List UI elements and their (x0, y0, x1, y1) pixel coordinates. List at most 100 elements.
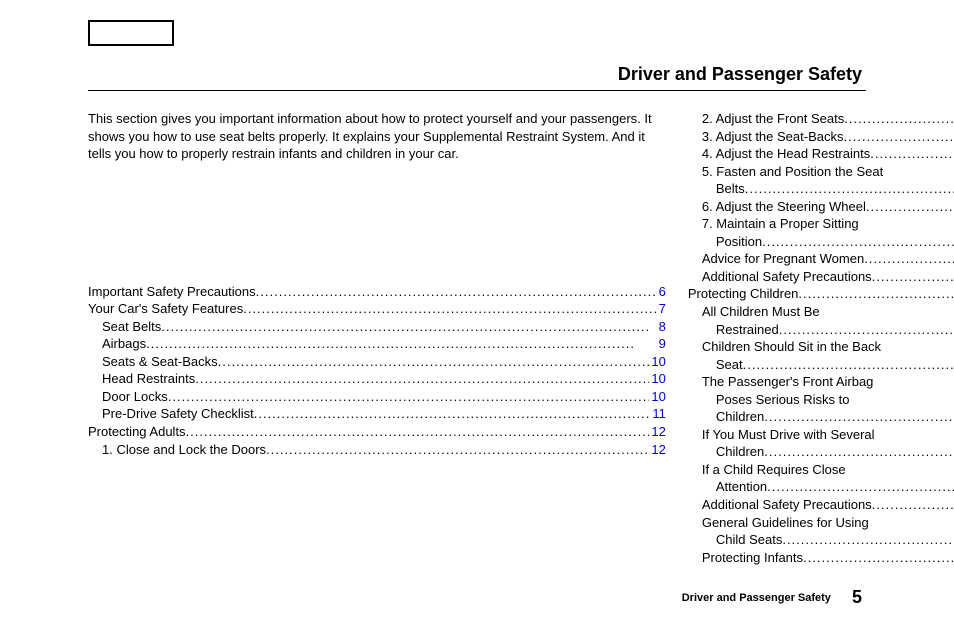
toc-entry[interactable]: Seat Belts 8 (88, 318, 666, 336)
toc-entry[interactable]: Head Restraints 10 (88, 370, 666, 388)
toc-entry[interactable]: Additional Safety Precautions23 (688, 496, 954, 514)
toc-entry[interactable]: Protecting Infants28 (688, 549, 954, 567)
toc-entry[interactable]: 2. Adjust the Front Seats12 (688, 110, 954, 128)
toc-entry-cont[interactable]: Children20 (688, 408, 954, 426)
toc-label: Seat (716, 356, 743, 374)
toc-page-number[interactable]: 10 (649, 353, 665, 371)
toc-page-number[interactable]: 6 (657, 283, 666, 301)
toc-leader-dots (218, 353, 650, 371)
toc-entry[interactable]: 4. Adjust the Head Restraints14 (688, 145, 954, 163)
toc-label: If You Must Drive with Several (702, 426, 875, 444)
toc-entry[interactable]: Additional Safety Precautions18 (688, 268, 954, 286)
toc-label: The Passenger's Front Airbag (702, 373, 874, 391)
toc-entry[interactable]: Children Should Sit in the Back (688, 338, 954, 356)
toc-page-number[interactable]: 8 (657, 318, 666, 336)
toc-entry[interactable]: 5. Fasten and Position the Seat (688, 163, 954, 181)
toc-entry-cont[interactable]: Seat20 (688, 356, 954, 374)
toc-leader-dots (161, 318, 656, 336)
toc-label: Child Seats (716, 531, 782, 549)
toc-entry[interactable]: 6. Adjust the Steering Wheel16 (688, 198, 954, 216)
toc-leader-dots (844, 110, 954, 128)
toc-entry-cont[interactable]: Attention23 (688, 478, 954, 496)
toc-page-number[interactable]: 11 (650, 405, 666, 423)
toc-entry-cont[interactable]: Children22 (688, 443, 954, 461)
toc-entry[interactable]: 3. Adjust the Seat-Backs13 (688, 128, 954, 146)
toc-entry[interactable]: Your Car's Safety Features 7 (88, 300, 666, 318)
toc-leader-dots (803, 549, 954, 567)
toc-label: 3. Adjust the Seat-Backs (702, 128, 844, 146)
section-title: Driver and Passenger Safety (618, 64, 862, 85)
toc-label: Protecting Adults (88, 423, 186, 441)
toc-leader-dots (866, 198, 954, 216)
toc-label: Additional Safety Precautions (702, 268, 872, 286)
toc-entry[interactable]: General Guidelines for Using (688, 514, 954, 532)
toc-label: Belts (716, 180, 745, 198)
toc-entry[interactable]: 7. Maintain a Proper Sitting (688, 215, 954, 233)
toc-entry[interactable]: If You Must Drive with Several (688, 426, 954, 444)
toc-entry[interactable]: Door Locks 10 (88, 388, 666, 406)
toc-entry[interactable]: Airbags 9 (88, 335, 666, 353)
toc-leader-dots (195, 370, 649, 388)
toc-entry[interactable]: Advice for Pregnant Women17 (688, 250, 954, 268)
toc-entry[interactable]: The Passenger's Front Airbag (688, 373, 954, 391)
toc-entry-cont[interactable]: Child Seats24 (688, 531, 954, 549)
column-1: This section gives you important informa… (88, 110, 666, 566)
toc-entry[interactable]: Seats & Seat-Backs10 (88, 353, 666, 371)
toc-label: If a Child Requires Close (702, 461, 846, 479)
toc-label: Seat Belts (102, 318, 161, 336)
page-footer: Driver and Passenger Safety 5 (682, 587, 862, 608)
toc-label: 6. Adjust the Steering Wheel (702, 198, 866, 216)
toc-label: Your Car's Safety Features (88, 300, 243, 318)
column-2: 2. Adjust the Front Seats123. Adjust the… (688, 110, 954, 566)
toc-leader-dots (843, 128, 954, 146)
toc-leader-dots (762, 233, 954, 251)
toc-label: Head Restraints (102, 370, 195, 388)
toc-label: 7. Maintain a Proper Sitting (702, 215, 859, 233)
toc-label: 4. Adjust the Head Restraints (702, 145, 870, 163)
toc-leader-dots (256, 283, 657, 301)
toc-label: Children Should Sit in the Back (702, 338, 881, 356)
toc-leader-dots (254, 405, 651, 423)
toc-entry[interactable]: Important Safety Precautions6 (88, 283, 666, 301)
intro-text: This section gives you important informa… (88, 110, 666, 163)
toc-page-number[interactable]: 12 (649, 423, 665, 441)
toc-leader-dots (743, 356, 954, 374)
horizontal-rule (88, 90, 866, 91)
toc-leader-dots (764, 408, 954, 426)
toc-entry-cont[interactable]: Restrained19 (688, 321, 954, 339)
toc-label: Poses Serious Risks to (716, 391, 850, 409)
toc-entry[interactable]: All Children Must Be (688, 303, 954, 321)
toc-page-number[interactable]: 9 (657, 335, 666, 353)
toc-page-number[interactable]: 7 (657, 300, 666, 318)
toc-entry[interactable]: If a Child Requires Close (688, 461, 954, 479)
toc-leader-dots (798, 285, 954, 303)
footer-label: Driver and Passenger Safety (682, 592, 831, 604)
toc-label: Protecting Infants (702, 549, 803, 567)
toc-label: Protecting Children (688, 285, 799, 303)
toc-leader-dots (782, 531, 954, 549)
toc-leader-dots (168, 388, 650, 406)
toc-label: Children (716, 443, 764, 461)
toc-leader-dots (146, 335, 657, 353)
toc-entry[interactable]: Protecting Children19 (688, 285, 954, 303)
toc-entry[interactable]: Protecting Adults 12 (88, 423, 666, 441)
toc-entry-cont[interactable]: Position16 (688, 233, 954, 251)
toc-entry[interactable]: Pre-Drive Safety Checklist11 (88, 405, 666, 423)
toc-leader-dots (870, 145, 954, 163)
toc-label: Advice for Pregnant Women (702, 250, 864, 268)
toc-page-number[interactable]: 10 (649, 370, 665, 388)
toc-page-number[interactable]: 10 (649, 388, 665, 406)
footer-page-number: 5 (852, 587, 862, 607)
toc-leader-dots (243, 300, 656, 318)
toc-entry-cont[interactable]: Belts14 (688, 180, 954, 198)
toc-label: 1. Close and Lock the Doors (102, 441, 266, 459)
toc-leader-dots (186, 423, 650, 441)
toc-page-number[interactable]: 12 (649, 441, 665, 459)
toc-label: Door Locks (102, 388, 168, 406)
toc-label: 2. Adjust the Front Seats (702, 110, 844, 128)
toc-leader-dots (864, 250, 954, 268)
toc-entry[interactable]: 1. Close and Lock the Doors 12 (88, 441, 666, 459)
toc-label: Children (716, 408, 764, 426)
toc-label: Airbags (102, 335, 146, 353)
toc-entry-cont[interactable]: Poses Serious Risks to (688, 391, 954, 409)
